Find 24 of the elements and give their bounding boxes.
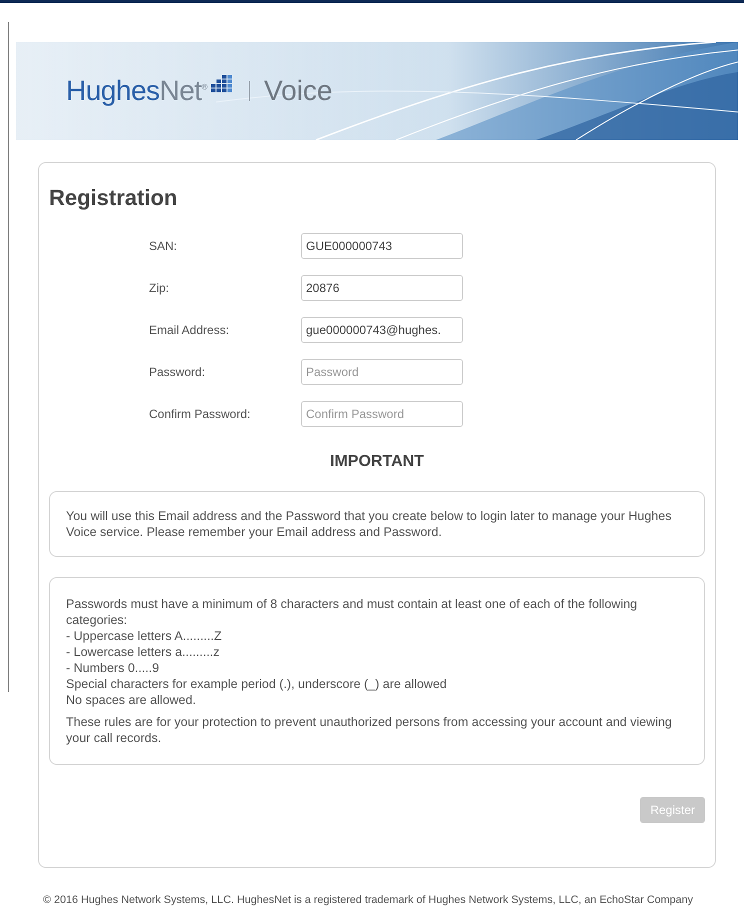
rule-line: - Uppercase letters A.........Z [66,628,222,644]
field-label: Confirm Password: [149,407,252,421]
logo-grid-icon [211,75,233,93]
field-label: Zip: [149,281,170,295]
input-field[interactable]: Confirm Password [301,401,463,427]
form-title: Registration [49,185,178,211]
rules-note: These rules are for your protection to prevent unauthorized persons from accessing your account and viewing your call records. [66,714,673,746]
field-label: Email Address: [149,323,230,337]
important-heading: IMPORTANT [330,453,424,471]
input-field[interactable]: gue000000743@hughes. [301,317,463,343]
rule-line: - Numbers 0.....9 [66,660,160,676]
input-field[interactable]: GUE000000743 [301,233,463,259]
rule-line: No spaces are allowed. [66,692,196,708]
rule-line: - Lowercase letters a.........z [66,644,220,660]
input-field[interactable]: Password [301,359,463,385]
field-label: Password: [149,365,206,379]
notice-text: You will use this Email address and the Password that you create below to login later to manage your Hughes Voice service. Please remember your Email address and Password. [66,508,672,540]
rule-line: Special characters for example period (.), underscore (_) are allowed [66,676,447,692]
field-label: SAN: [149,239,178,253]
rules-intro: Passwords must have a minimum of 8 characters and must contain at least one of each of the following categories: [66,596,638,628]
product-name: Voice [264,75,332,107]
copyright-text: © 2016 Hughes Network Systems, LLC. HughesNet is a registered trademark of Hughes Network Systems, LLC, an EchoStar Company [43,894,694,906]
input-field[interactable]: 20876 [301,275,463,301]
brand-logo-text: HughesNet$^{®}$ [66,75,207,107]
